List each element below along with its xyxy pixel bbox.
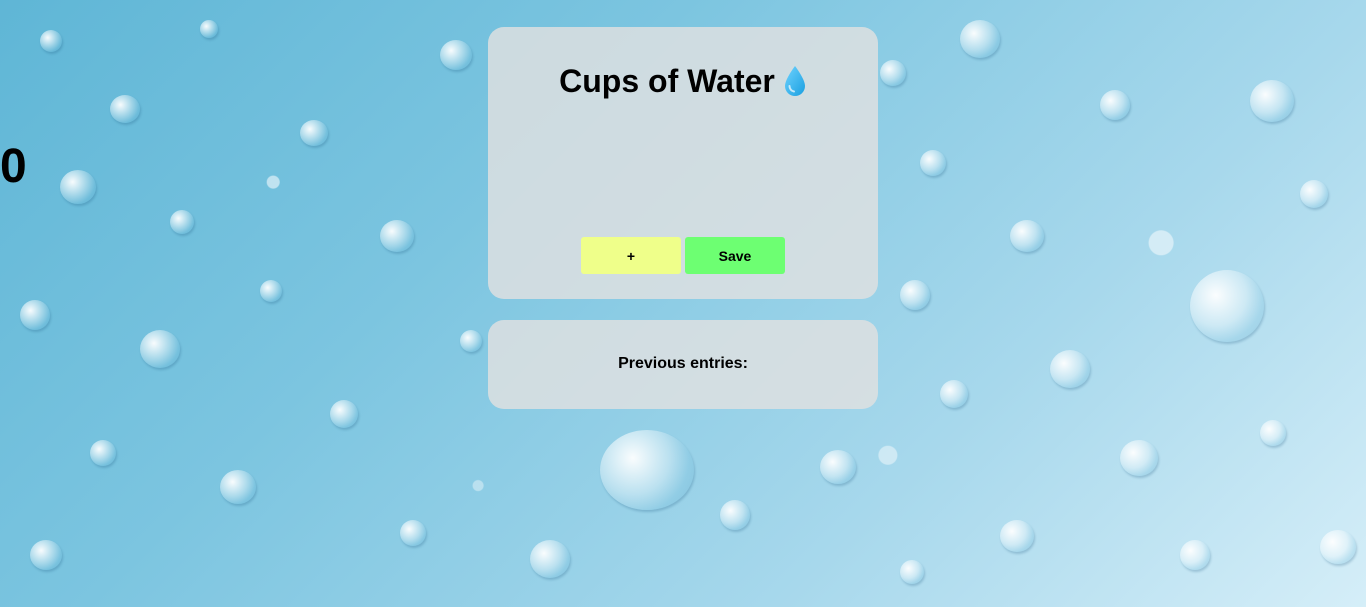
title-row: Cups of Water (0, 62, 1366, 100)
increment-button[interactable]: + (581, 237, 681, 274)
water-drop-icon (784, 66, 805, 96)
page-title: Cups of Water (559, 63, 775, 99)
counter-actions: + Save (0, 237, 1366, 274)
water-tracker-page: { "header": { "title": "Cups of Water", … (0, 0, 1366, 607)
cups-counter: 0 (0, 140, 27, 193)
previous-entries-heading: Previous entries: (618, 355, 748, 372)
save-button[interactable]: Save (685, 237, 785, 274)
